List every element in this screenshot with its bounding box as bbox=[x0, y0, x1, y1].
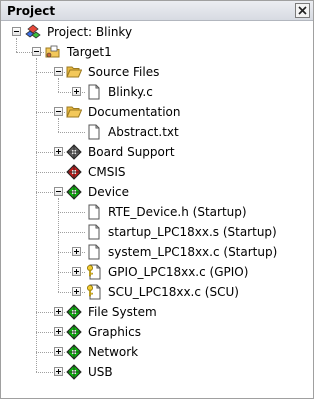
expand-icon[interactable] bbox=[72, 247, 81, 256]
tree-item[interactable]: Target1 bbox=[1, 43, 313, 63]
collapse-icon[interactable] bbox=[54, 107, 63, 116]
project-icon bbox=[25, 24, 41, 40]
project-panel: Project Project: Blinky Target1 Source Fil… bbox=[0, 0, 314, 399]
expand-icon[interactable] bbox=[54, 367, 63, 376]
tree-item[interactable]: system_LPC18xx.c (Startup) bbox=[1, 243, 313, 263]
target-folder-icon bbox=[45, 44, 61, 60]
close-button[interactable] bbox=[295, 3, 310, 18]
component-green-icon bbox=[66, 364, 82, 380]
tree-item-label: SCU_LPC18xx.c (SCU) bbox=[108, 285, 239, 299]
file-key-icon bbox=[86, 264, 102, 280]
folder-open-icon bbox=[66, 64, 83, 80]
file-icon bbox=[86, 124, 102, 140]
panel-title: Project bbox=[7, 4, 56, 18]
collapse-icon[interactable] bbox=[54, 67, 63, 76]
tree-item-label: Abstract.txt bbox=[108, 125, 179, 139]
file-icon bbox=[86, 224, 102, 240]
tree-item[interactable]: Network bbox=[1, 343, 313, 363]
tree-item[interactable]: RTE_Device.h (Startup) bbox=[1, 203, 313, 223]
expand-icon[interactable] bbox=[72, 287, 81, 296]
component-green-icon bbox=[66, 344, 82, 360]
tree-item[interactable]: Source Files bbox=[1, 63, 313, 83]
tree-item[interactable]: CMSIS bbox=[1, 163, 313, 183]
tree-item[interactable]: Abstract.txt bbox=[1, 123, 313, 143]
component-green-icon bbox=[66, 324, 82, 340]
tree-item-label: system_LPC18xx.c (Startup) bbox=[108, 245, 278, 259]
tree-item[interactable]: Project: Blinky bbox=[1, 23, 313, 43]
file-icon bbox=[86, 244, 102, 260]
collapse-icon[interactable] bbox=[12, 27, 21, 36]
tree-item-label: Source Files bbox=[88, 65, 160, 79]
tree-item-label: Target1 bbox=[67, 45, 112, 59]
file-icon bbox=[86, 204, 102, 220]
expand-icon[interactable] bbox=[54, 347, 63, 356]
tree-item-label: Network bbox=[88, 345, 139, 359]
expand-icon[interactable] bbox=[72, 87, 81, 96]
tree-item[interactable]: USB bbox=[1, 363, 313, 383]
collapse-icon[interactable] bbox=[54, 187, 63, 196]
expand-icon[interactable] bbox=[54, 147, 63, 156]
tree-item[interactable]: Device bbox=[1, 183, 313, 203]
component-green-icon bbox=[66, 184, 82, 200]
expand-icon[interactable] bbox=[54, 327, 63, 336]
file-icon bbox=[86, 84, 102, 100]
tree-item[interactable]: File System bbox=[1, 303, 313, 323]
tree-item-label: Board Support bbox=[88, 145, 175, 159]
tree-item[interactable]: Documentation bbox=[1, 103, 313, 123]
component-red-icon bbox=[66, 164, 82, 180]
tree-item-label: Documentation bbox=[88, 105, 181, 119]
tree-item-label: Project: Blinky bbox=[47, 25, 133, 39]
tree-item[interactable]: Blinky.c bbox=[1, 83, 313, 103]
tree-item-label: CMSIS bbox=[88, 165, 126, 179]
collapse-icon[interactable] bbox=[32, 47, 41, 56]
close-icon bbox=[298, 6, 307, 15]
tree-item[interactable]: GPIO_LPC18xx.c (GPIO) bbox=[1, 263, 313, 283]
tree-item-label: File System bbox=[88, 305, 157, 319]
expand-icon[interactable] bbox=[54, 307, 63, 316]
tree-item[interactable]: Board Support bbox=[1, 143, 313, 163]
component-green-icon bbox=[66, 304, 82, 320]
tree-item-label: GPIO_LPC18xx.c (GPIO) bbox=[108, 265, 249, 279]
tree-item-label: USB bbox=[88, 365, 113, 379]
project-tree: Project: Blinky Target1 Source Files Blinky… bbox=[1, 23, 313, 397]
folder-open-icon bbox=[66, 104, 83, 120]
tree-item-label: RTE_Device.h (Startup) bbox=[108, 205, 247, 219]
panel-titlebar: Project bbox=[1, 1, 313, 21]
tree-item[interactable]: startup_LPC18xx.s (Startup) bbox=[1, 223, 313, 243]
component-gray-icon bbox=[66, 144, 82, 160]
tree-item[interactable]: Graphics bbox=[1, 323, 313, 343]
tree-item-label: Graphics bbox=[88, 325, 141, 339]
file-key-icon bbox=[86, 284, 102, 300]
expand-icon[interactable] bbox=[72, 267, 81, 276]
tree-item-label: Device bbox=[88, 185, 130, 199]
tree-item-label: startup_LPC18xx.s (Startup) bbox=[108, 225, 277, 239]
tree-item[interactable]: SCU_LPC18xx.c (SCU) bbox=[1, 283, 313, 303]
tree-item-label: Blinky.c bbox=[108, 85, 153, 99]
